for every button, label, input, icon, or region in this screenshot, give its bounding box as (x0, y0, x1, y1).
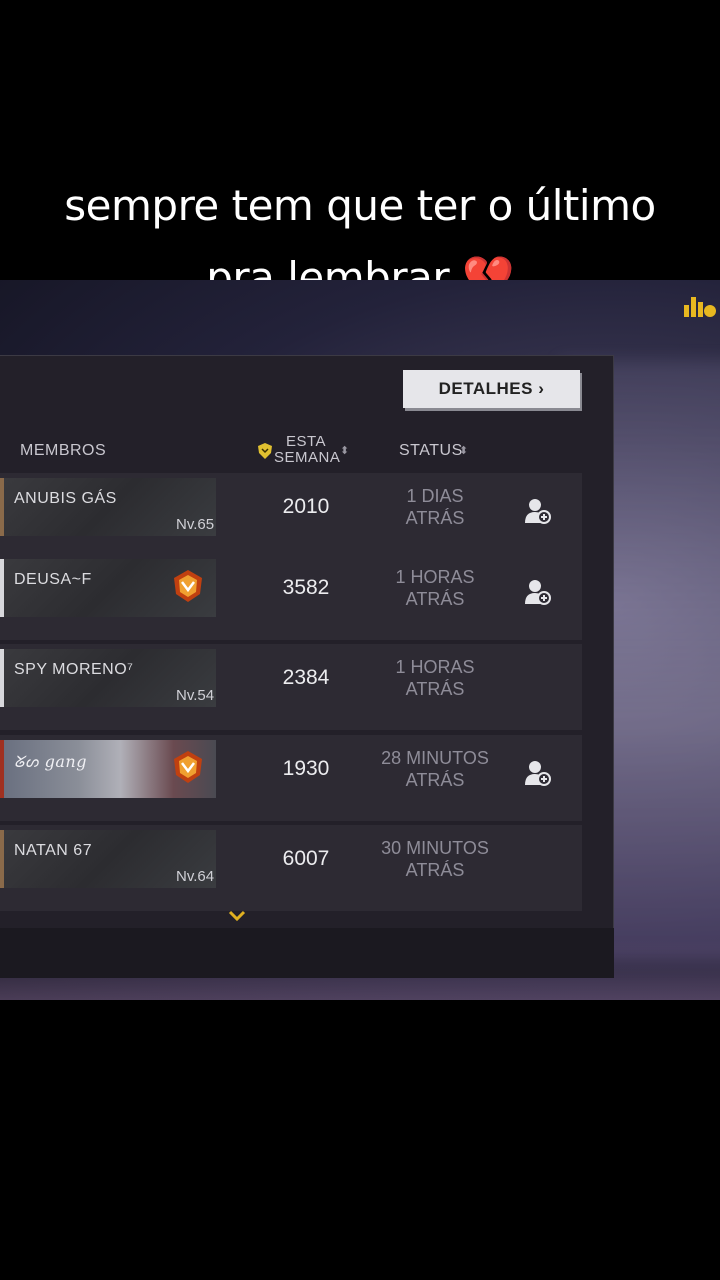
member-weekly-score: 1930 (282, 757, 330, 780)
member-name: ANUBIS GÁS (14, 490, 117, 507)
member-weekly-score: 2384 (282, 666, 330, 689)
member-weekly-score: 2010 (282, 495, 330, 518)
member-name: NATAN 67 (14, 842, 93, 859)
member-card[interactable]: SPY MORENO⁷ Nv.54 (0, 649, 216, 707)
member-status: 1 DIAS ATRÁS (405, 486, 465, 528)
shield-icon (257, 442, 273, 460)
rank-badge-icon (166, 747, 210, 787)
member-level: Nv.65 (176, 516, 215, 533)
rank-badge-icon (166, 566, 210, 606)
member-name: ᘜᔕ gang (14, 752, 87, 771)
details-button[interactable]: DETALHES › (403, 370, 580, 408)
member-status: 30 MINUTOS ATRÁS (381, 838, 489, 880)
member-card[interactable]: ANUBIS GÁS Nv.65 (0, 478, 216, 536)
member-card[interactable]: DEUSA~F (0, 559, 216, 617)
sort-icon[interactable]: ⬍ (459, 444, 469, 457)
member-row[interactable]: ANUBIS GÁS Nv.65 2010 1 DIAS ATRÁS (0, 473, 582, 559)
leaderboard-icon[interactable] (682, 293, 718, 319)
member-status: 1 HORAS ATRÁS (395, 567, 475, 609)
add-friend-icon[interactable] (522, 578, 554, 608)
member-level: Nv.64 (176, 868, 215, 885)
sort-icon[interactable]: ⬍ (340, 444, 350, 457)
header-status[interactable]: STATUS (399, 442, 463, 460)
member-row[interactable]: NATAN 67 Nv.64 6007 30 MINUTOS ATRÁS (0, 825, 582, 911)
member-row[interactable]: ᘜᔕ gang 1930 28 MINUTOS ATRÁS (0, 735, 582, 821)
member-card[interactable]: NATAN 67 Nv.64 (0, 830, 216, 888)
add-friend-icon[interactable] (522, 759, 554, 789)
member-card[interactable]: ᘜᔕ gang (0, 740, 216, 798)
member-level: Nv.54 (176, 687, 215, 704)
member-name: DEUSA~F (14, 571, 92, 588)
member-weekly-score: 6007 (282, 847, 330, 870)
header-this-week[interactable]: ESTA SEMANA (274, 434, 340, 466)
caption-line-1: sempre tem que ter o último (64, 181, 656, 230)
member-row[interactable]: DEUSA~F 3582 1 HORAS ATRÁS (0, 554, 582, 640)
member-name: SPY MORENO⁷ (14, 661, 134, 678)
member-weekly-score: 3582 (282, 576, 330, 599)
panel-footer (0, 928, 614, 978)
member-status: 1 HORAS ATRÁS (395, 657, 475, 699)
chevron-down-icon[interactable] (227, 906, 247, 929)
add-friend-icon[interactable] (522, 497, 554, 527)
header-members[interactable]: MEMBROS (20, 442, 106, 460)
member-row[interactable]: SPY MORENO⁷ Nv.54 2384 1 HORAS ATRÁS (0, 644, 582, 730)
member-status: 28 MINUTOS ATRÁS (381, 748, 489, 790)
